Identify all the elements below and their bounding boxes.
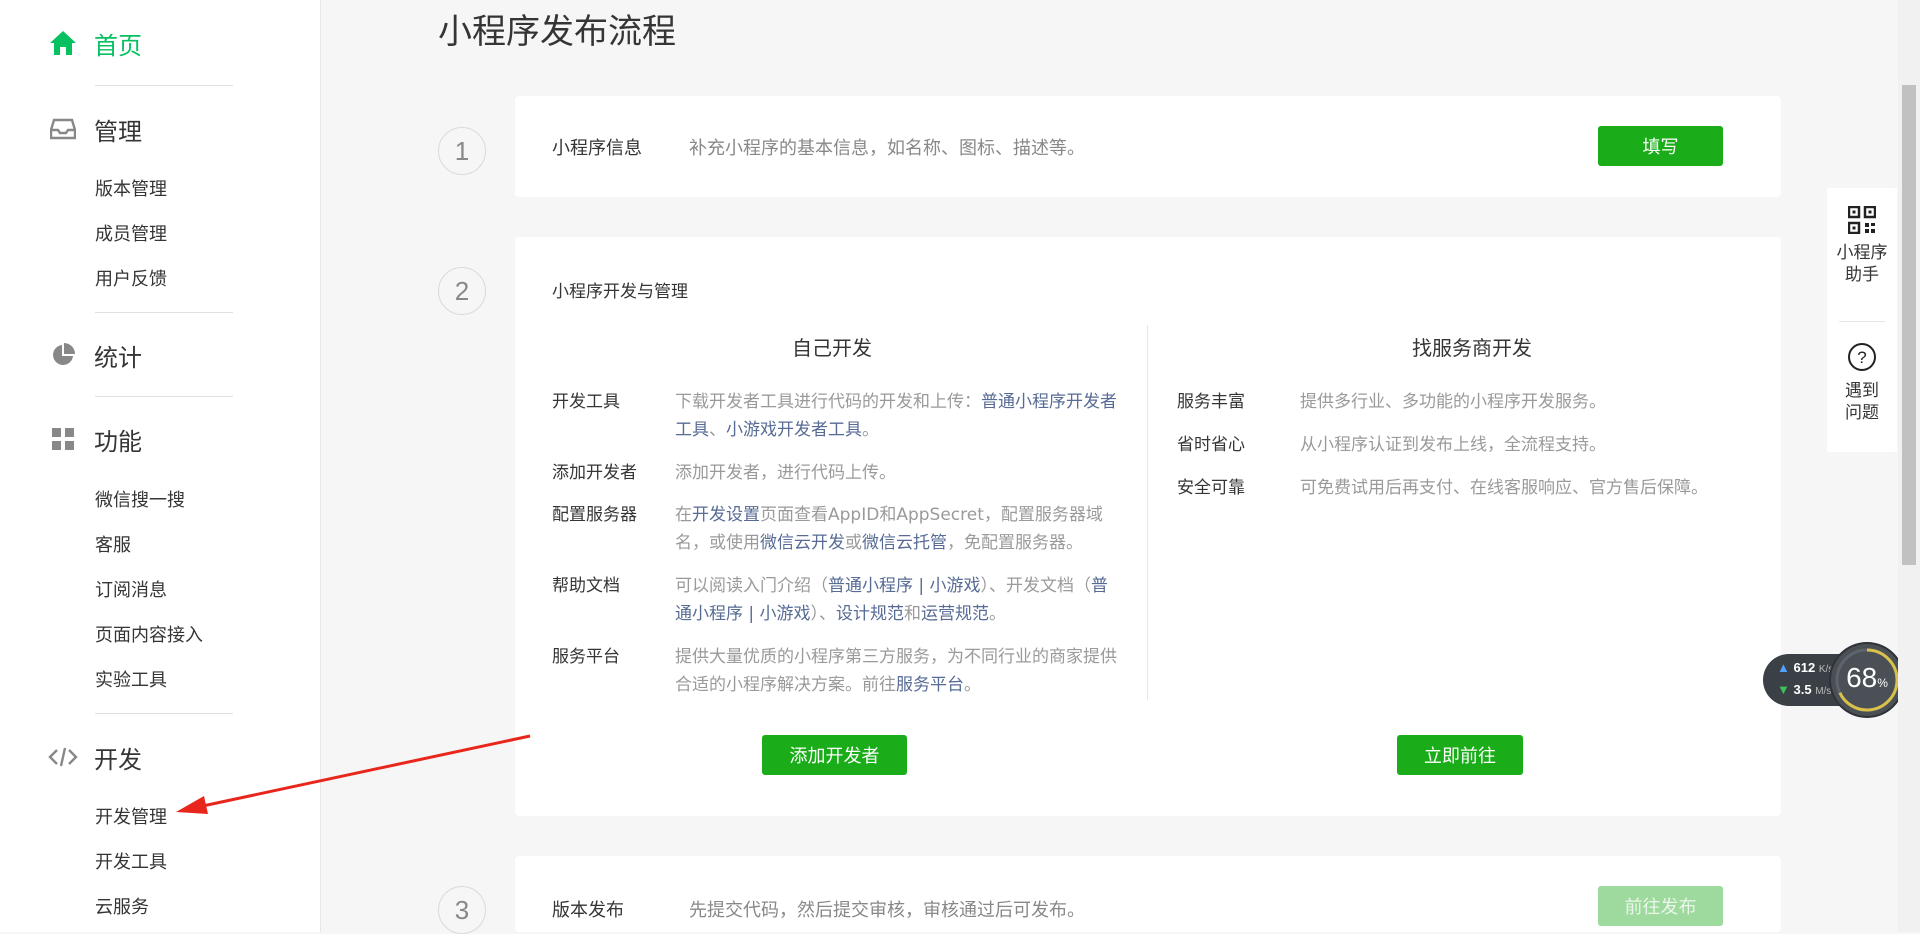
question-icon: ? [1827, 342, 1897, 372]
usage-percent: 68% [1831, 662, 1903, 694]
usage-unit: % [1877, 676, 1888, 690]
assistant-label-1: 小程序 [1836, 243, 1888, 263]
help-label-1: 遇到 [1845, 381, 1879, 401]
svg-text:?: ? [1857, 348, 1866, 367]
usage-gauge: 68% [1831, 644, 1903, 716]
upload-arrow-icon: ▲ [1777, 660, 1790, 675]
report-problem-button[interactable]: ? 遇到 问题 [1827, 342, 1897, 424]
vertical-scrollbar[interactable] [1898, 0, 1920, 932]
download-unit: M/s [1815, 686, 1832, 697]
download-arrow-icon: ▼ [1777, 682, 1790, 697]
download-value: 3.5 [1793, 682, 1812, 697]
divider [1839, 321, 1885, 322]
floating-help-panel: 小程序 助手 ? 遇到 问题 [1827, 188, 1897, 452]
upload-speed: ▲ 612 K/s [1777, 660, 1833, 675]
usage-value: 68 [1846, 662, 1878, 693]
assistant-label-2: 助手 [1845, 265, 1879, 285]
mini-program-assistant-button[interactable]: 小程序 助手 [1827, 206, 1897, 286]
upload-value: 612 [1793, 660, 1816, 675]
qr-code-icon [1827, 206, 1897, 234]
annotation-arrow [176, 734, 531, 814]
download-speed: ▼ 3.5 M/s [1777, 682, 1831, 697]
scrollbar-thumb[interactable] [1902, 85, 1916, 565]
network-speed-widget: ▲ 612 K/s ▼ 3.5 M/s 68% [1763, 642, 1903, 720]
help-label-2: 问题 [1845, 403, 1879, 423]
